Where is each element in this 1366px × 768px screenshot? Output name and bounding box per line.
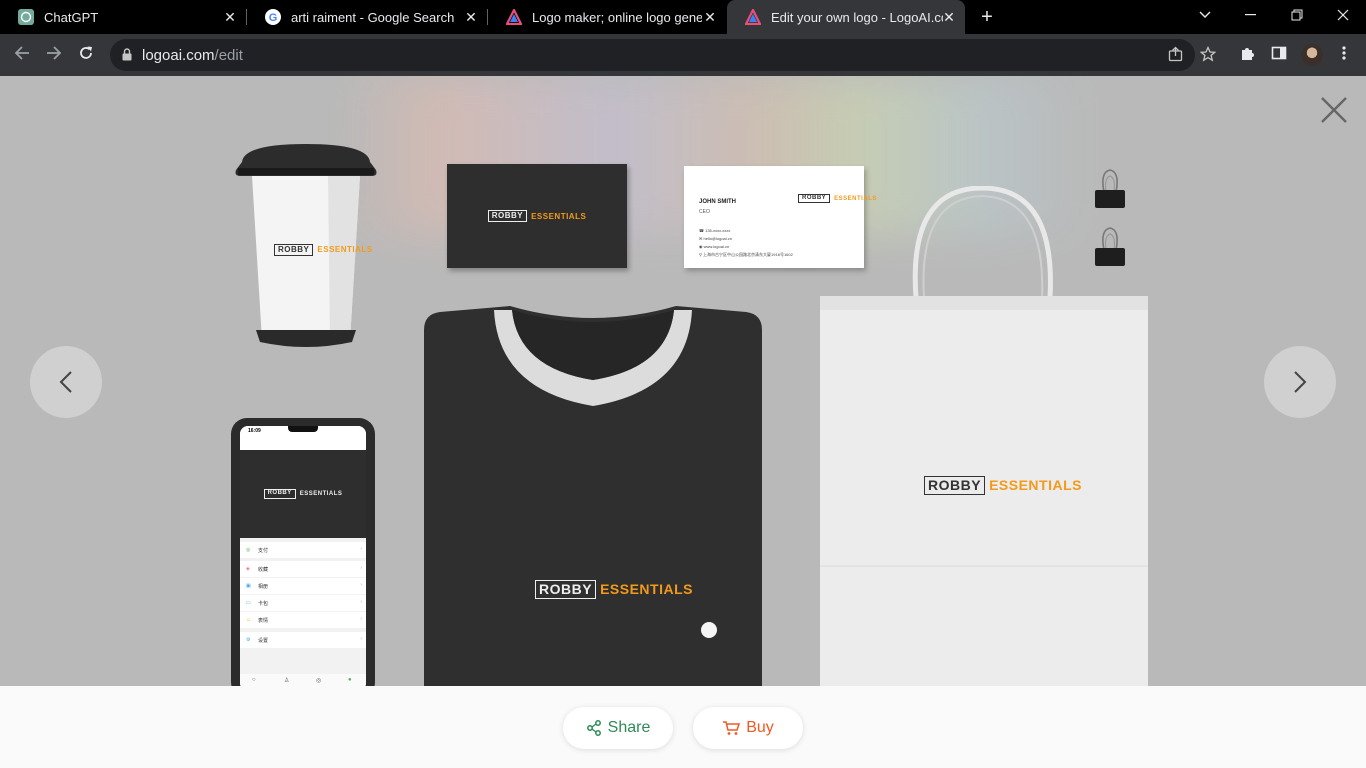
previous-mockup-button[interactable]	[30, 346, 102, 418]
url-path: /edit	[214, 47, 243, 64]
kebab-menu-icon[interactable]	[1334, 45, 1354, 65]
phone-time: 16:09	[248, 428, 261, 434]
logo-accent-word: ESSENTIALS	[317, 245, 373, 255]
phone-menu-item: ⚙ 设置 ›	[240, 632, 366, 648]
phone-menu-label: 支付	[258, 548, 269, 554]
tab-edit-logo[interactable]: Edit your own logo - LogoAI.com ✕	[727, 0, 965, 34]
card-phone-text: 135-xxxx-xxxx	[705, 228, 731, 233]
business-card-front: ROBBY ESSENTIALS	[447, 164, 627, 268]
tab-close-icon[interactable]: ✕	[463, 9, 479, 25]
new-tab-plus-icon[interactable]: +	[976, 6, 998, 28]
card-address-text: 上海市古宁区中山公园路北京清东大厦1916号1602	[703, 252, 793, 257]
minimize-icon[interactable]	[1228, 0, 1274, 30]
back-arrow-icon[interactable]	[10, 43, 34, 67]
profile-avatar[interactable]	[1301, 44, 1323, 66]
phone-menu-item: ◈ 收藏 ›	[240, 561, 366, 577]
phone-logo: ROBBY ESSENTIALS	[263, 489, 343, 499]
tab-title: Logo maker; online logo generator	[532, 9, 702, 25]
browser-toolbar: logoai.com/edit	[0, 34, 1366, 76]
logo-boxed-word: ROBBY	[487, 210, 528, 222]
logoai-icon	[506, 9, 522, 25]
phone-menu-label: 相册	[258, 584, 269, 590]
close-preview-icon[interactable]	[1318, 94, 1350, 126]
side-panel-icon[interactable]	[1269, 45, 1289, 65]
card-web-text: www.logoai.cn	[703, 244, 730, 249]
tab-logo-maker[interactable]: Logo maker; online logo generator ✕	[488, 0, 726, 34]
address-bar[interactable]: logoai.com/edit	[110, 39, 1217, 71]
phone-menu-label: 表情	[258, 618, 269, 624]
card-role: CEO	[699, 209, 710, 215]
reload-icon[interactable]	[74, 43, 98, 67]
logo-accent-word: ESSENTIALS	[989, 477, 1082, 494]
phone-menu-label: 卡包	[258, 601, 269, 607]
phone-menu-item: ▭ 卡包 ›	[240, 595, 366, 611]
svg-text:G: G	[269, 12, 278, 24]
tshirt-logo: ROBBY ESSENTIALS	[535, 580, 693, 599]
logoai-icon	[745, 9, 761, 25]
tab-close-icon[interactable]: ✕	[941, 9, 957, 25]
logo-boxed-word: ROBBY	[274, 244, 314, 256]
tab-close-icon[interactable]: ✕	[222, 9, 238, 25]
window-close-icon[interactable]	[1320, 0, 1366, 30]
cursor-dot	[701, 622, 717, 638]
logo-accent-word: ESSENTIALS	[531, 211, 587, 221]
phone-tab-bar: ○ ♙ ◎ ●	[240, 674, 366, 686]
chevron-left-icon	[59, 371, 72, 393]
bag-logo: ROBBY ESSENTIALS	[924, 476, 1082, 495]
tab-google-search[interactable]: G arti raiment - Google Search ✕	[247, 0, 487, 34]
tab-title: Edit your own logo - LogoAI.com	[771, 9, 943, 25]
paper-bag-mockup: ROBBY ESSENTIALS	[820, 186, 1148, 686]
card-address: ⚲ 上海市古宁区中山公园路北京清东大厦1916号1602	[699, 252, 793, 257]
phone-menu-item: ▣ 相册 ›	[240, 578, 366, 594]
url-host: logoai.com	[142, 47, 215, 64]
restore-icon[interactable]	[1274, 0, 1320, 30]
phone-menu-label: 设置	[258, 638, 269, 644]
share-button[interactable]: Share	[563, 707, 673, 749]
cup-logo: ROBBY ESSENTIALS	[274, 244, 373, 256]
phone-menu-item: ◎ 支付 ›	[240, 542, 366, 558]
card-phone: ☎ 135-xxxx-xxxx	[699, 228, 731, 233]
logo-accent-word: ESSENTIALS	[299, 491, 343, 497]
logo-boxed-word: ROBBY	[924, 476, 986, 495]
google-icon: G	[265, 9, 281, 25]
tab-search-chevron-icon[interactable]	[1182, 0, 1228, 30]
forward-arrow-icon[interactable]	[42, 43, 66, 67]
cart-icon	[722, 720, 741, 736]
bookmark-star-icon[interactable]	[1199, 45, 1217, 64]
phone-menu-label: 收藏	[258, 567, 269, 573]
card-front-logo: ROBBY ESSENTIALS	[487, 210, 587, 222]
tab-title: arti raiment - Google Search	[291, 9, 455, 25]
card-email-text: hello@logoai.cn	[703, 236, 732, 241]
tab-title: ChatGPT	[44, 9, 99, 25]
phone-menu-item: ☺ 表情 ›	[240, 612, 366, 628]
share-icon	[586, 720, 602, 736]
logo-accent-word: ESSENTIALS	[600, 581, 693, 598]
card-email: ✉ hello@logoai.cn	[699, 236, 732, 241]
phone-banner: ROBBY ESSENTIALS	[240, 450, 366, 538]
chevron-right-icon	[1294, 371, 1307, 393]
extensions-puzzle-icon[interactable]	[1237, 45, 1257, 65]
tab-close-icon[interactable]: ✕	[702, 9, 718, 25]
tab-chatgpt[interactable]: ChatGPT ✕	[0, 0, 246, 34]
phone-notch	[288, 426, 318, 432]
next-mockup-button[interactable]	[1264, 346, 1336, 418]
logo-boxed-word: ROBBY	[263, 489, 296, 499]
chatgpt-icon	[18, 9, 34, 25]
phone-mockup: 16:09 ROBBY ESSENTIALS ◎ 支付 › ◈ 收藏 › ▣ 相册 › ▭ 卡包…	[231, 418, 375, 686]
phone-screen: 16:09 ROBBY ESSENTIALS ◎ 支付 › ◈ 收藏 › ▣ 相册 › ▭ 卡包…	[240, 426, 366, 686]
share-label: Share	[607, 719, 651, 736]
coffee-cup-mockup: ROBBY ESSENTIALS	[232, 142, 380, 348]
browser-tabstrip: ChatGPT ✕ G arti raiment - Google Search…	[0, 0, 1366, 34]
buy-label: Buy	[746, 719, 774, 736]
logo-boxed-word: ROBBY	[535, 580, 597, 599]
action-bar: Share Buy	[0, 686, 1366, 768]
url-text: logoai.com/edit	[142, 47, 243, 64]
lock-icon	[122, 48, 132, 66]
share-page-icon[interactable]	[1167, 46, 1185, 64]
mockup-preview: ROBBY ESSENTIALS ROBBY ESSENTIALS JOHN SMI…	[0, 76, 1366, 686]
buy-button[interactable]: Buy	[693, 707, 803, 749]
phone-status-bar: 16:09	[240, 426, 366, 450]
card-web: ◉ www.logoai.cn	[699, 244, 730, 249]
card-name: JOHN SMITH	[699, 199, 737, 205]
